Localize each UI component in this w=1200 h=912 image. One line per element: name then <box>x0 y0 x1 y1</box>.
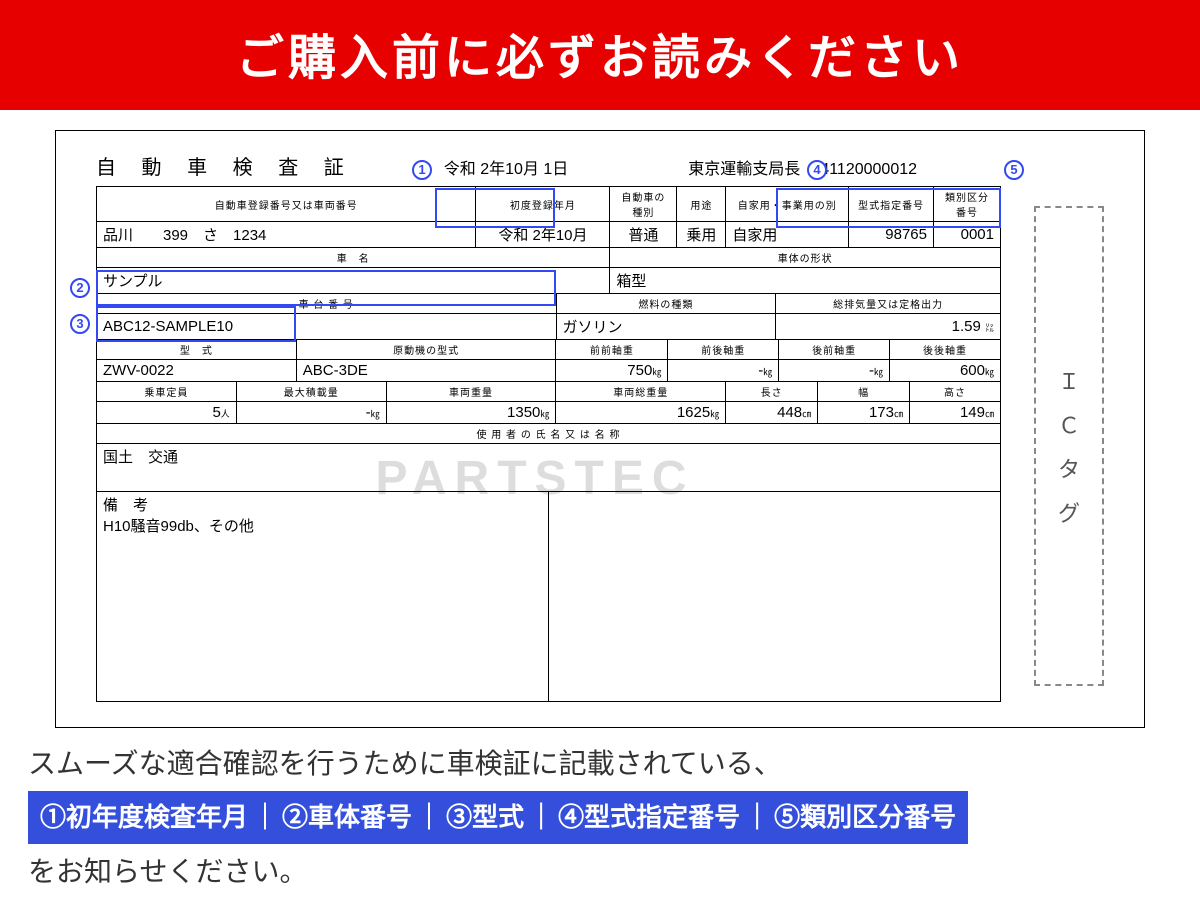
hdr-hei: 高さ <box>910 382 1001 402</box>
hdr-fuel: 燃料の種類 <box>556 294 776 314</box>
certificate-table-2: 車 台 番 号 燃料の種類 総排気量又は定格出力 ABC12-SAMPLE10 … <box>96 293 1001 340</box>
val-ff: 750㎏ <box>556 360 668 382</box>
hdr-vw: 車両重量 <box>386 382 556 402</box>
ic-tag-area: ＩＣタグ <box>1034 206 1104 686</box>
hdr-gvw: 車両総重量 <box>556 382 726 402</box>
hdr-car-name: 車 名 <box>97 248 610 268</box>
hdr-first-month: 初度登録年月 <box>476 187 610 222</box>
hdr-fr: 前後軸重 <box>668 340 779 360</box>
certificate-table: 自動車登録番号又は車両番号 初度登録年月 自動車の種別 用途 自家用・事業用の別… <box>96 186 1001 294</box>
marker-3: 3 <box>70 314 90 334</box>
certificate-table-4: 乗車定員 最大積載量 車両重量 車両総重量 長さ 幅 高さ 5人 -㎏ 1350… <box>96 381 1001 424</box>
val-len: 448㎝ <box>726 402 818 424</box>
required-items-band: ①初年度検査年月｜②車体番号｜③型式｜④型式指定番号｜⑤類別区分番号 <box>28 791 968 843</box>
val-use: 乗用 <box>677 222 726 248</box>
val-class-num: 0001 <box>933 222 1000 248</box>
hdr-user: 使 用 者 の 氏 名 又 は 名 称 <box>97 424 1001 444</box>
hdr-cap: 乗車定員 <box>97 382 237 402</box>
marker-2: 2 <box>70 278 90 298</box>
val-rf: -㎏ <box>779 360 890 382</box>
hdr-max: 最大積載量 <box>236 382 386 402</box>
val-car-name: サンプル <box>97 268 610 294</box>
val-first-month: 令和 2年10月 <box>476 222 610 248</box>
hdr-class-num: 類別区分番号 <box>933 187 1000 222</box>
serial: 41120000012 <box>820 161 917 179</box>
certificate-table-3: 型 式 原動機の型式 前前軸重 前後軸重 後前軸重 後後軸重 ZWV-0022 … <box>96 339 1001 382</box>
marker-1: 1 <box>412 160 432 180</box>
hdr-priv: 自家用・事業用の別 <box>726 187 849 222</box>
val-body-shape: 箱型 <box>610 268 1001 294</box>
val-model: ZWV-0022 <box>97 360 297 382</box>
issue-date: 令和 2年10月 1日 <box>444 155 569 179</box>
val-fuel: ガソリン <box>556 314 776 340</box>
hdr-rf: 後前軸重 <box>779 340 890 360</box>
marker-4: 4 <box>807 160 827 180</box>
val-fr: -㎏ <box>668 360 779 382</box>
hdr-wid: 幅 <box>818 382 910 402</box>
val-gvw: 1625㎏ <box>556 402 726 424</box>
hdr-reg: 自動車登録番号又は車両番号 <box>97 187 476 222</box>
instruction-line-3: をお知らせください。 <box>28 850 1172 893</box>
hdr-type-num: 型式指定番号 <box>849 187 934 222</box>
issuer: 東京運輸支局長 <box>688 155 800 179</box>
val-chassis: ABC12-SAMPLE10 <box>97 314 557 340</box>
marker-5: 5 <box>1004 160 1024 180</box>
val-cap: 5人 <box>97 402 237 424</box>
certificate-table-5: 使 用 者 の 氏 名 又 は 名 称 国土 交通 <box>96 423 1001 492</box>
val-reg: 品川 399 さ 1234 <box>97 222 476 248</box>
instruction-text: スムーズな適合確認を行うために車検証に記載されている、 ①初年度検査年月｜②車体… <box>0 728 1200 893</box>
hdr-ff: 前前軸重 <box>556 340 668 360</box>
val-user: 国土 交通 <box>97 444 1001 492</box>
val-rr: 600㎏ <box>890 360 1001 382</box>
warning-banner: ご購入前に必ずお読みください <box>0 0 1200 110</box>
hdr-engine: 原動機の型式 <box>296 340 556 360</box>
certificate-table-6: 備 考 H10騒音99db、その他 <box>96 491 1001 702</box>
hdr-disp: 総排気量又は定格出力 <box>776 294 1001 314</box>
val-priv: 自家用 <box>726 222 849 248</box>
val-disp: 1.59 ㍑ <box>776 314 1001 340</box>
hdr-use: 用途 <box>677 187 726 222</box>
doc-title: 自 動 車 検 査 証 <box>96 151 354 180</box>
hdr-len: 長さ <box>726 382 818 402</box>
val-wid: 173㎝ <box>818 402 910 424</box>
hdr-chassis: 車 台 番 号 <box>97 294 557 314</box>
val-car-kind: 普通 <box>610 222 677 248</box>
hdr-rr: 後後軸重 <box>890 340 1001 360</box>
val-hei: 149㎝ <box>910 402 1001 424</box>
val-engine: ABC-3DE <box>296 360 556 382</box>
hdr-body-shape: 車体の形状 <box>610 248 1001 268</box>
val-note: H10騒音99db、その他 <box>103 518 254 535</box>
val-max: -㎏ <box>236 402 386 424</box>
val-type-num: 98765 <box>849 222 934 248</box>
hdr-model: 型 式 <box>97 340 297 360</box>
hdr-note: 備 考 <box>103 497 148 514</box>
hdr-car-kind: 自動車の種別 <box>610 187 677 222</box>
inspection-certificate: PARTSTEC 自 動 車 検 査 証 令和 2年10月 1日 東京運輸支局長… <box>55 130 1145 728</box>
val-vw: 1350㎏ <box>386 402 556 424</box>
instruction-line-1: スムーズな適合確認を行うために車検証に記載されている、 <box>28 742 1172 785</box>
